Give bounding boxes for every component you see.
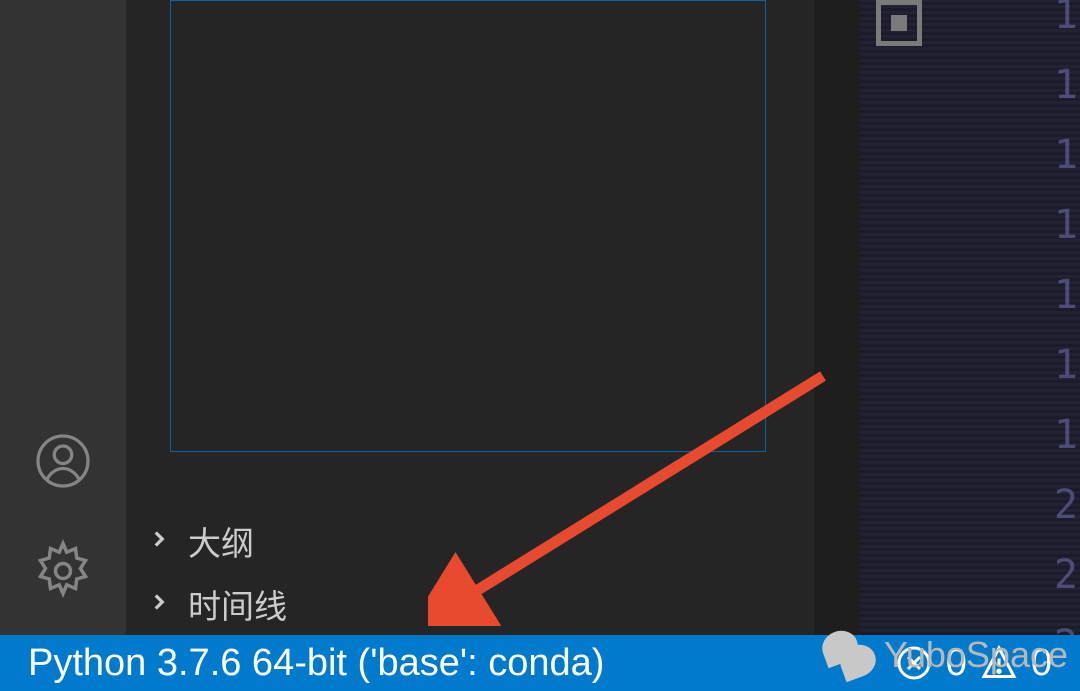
minimap-line-number: 1 <box>1054 132 1078 178</box>
watermark-text: YuboSpace <box>884 634 1068 676</box>
minimap-line-number: 1 <box>1054 412 1078 458</box>
outline-panel-header[interactable]: 大纲 <box>126 509 814 572</box>
watermark: YuboSpace <box>818 631 1068 679</box>
sidebar: 大纲 时间线 <box>126 0 814 635</box>
minimap-line-number: 1 <box>1054 342 1078 388</box>
timeline-label: 时间线 <box>188 580 287 628</box>
wechat-icon <box>818 631 876 679</box>
minimap-line-number: 1 <box>1054 62 1078 108</box>
chevron-right-icon <box>146 585 172 623</box>
timeline-panel-header[interactable]: 时间线 <box>126 572 814 635</box>
settings-gear-icon[interactable] <box>33 541 93 601</box>
minimap-line-number: 2 <box>1054 482 1078 528</box>
explorer-area <box>126 0 814 509</box>
minimap-breakpoint-icon <box>876 0 922 46</box>
account-icon[interactable] <box>33 431 93 491</box>
chevron-right-icon <box>146 522 172 560</box>
python-interpreter[interactable]: Python 3.7.6 64-bit ('base': conda) <box>28 642 604 685</box>
minimap[interactable]: 1111111222 <box>814 0 1080 635</box>
outline-label: 大纲 <box>188 517 254 565</box>
minimap-line-numbers: 1111111222 <box>1054 0 1080 668</box>
file-tree-box[interactable] <box>170 0 766 452</box>
minimap-line-number: 1 <box>1054 272 1078 318</box>
activity-bar <box>0 0 126 635</box>
minimap-line-number: 2 <box>1054 552 1078 598</box>
minimap-line-number: 1 <box>1054 0 1078 38</box>
minimap-line-number: 1 <box>1054 202 1078 248</box>
